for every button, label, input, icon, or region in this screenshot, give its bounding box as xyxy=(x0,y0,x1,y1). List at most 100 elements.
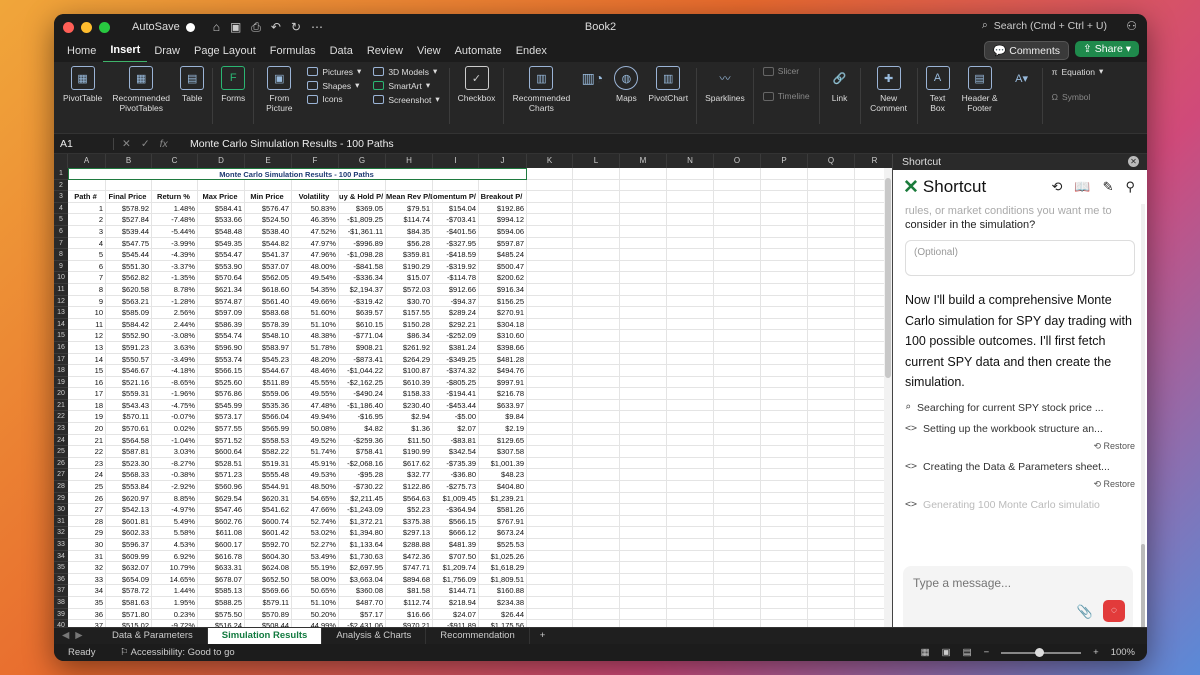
name-box[interactable]: A1 xyxy=(54,137,114,150)
grid-cell[interactable] xyxy=(620,307,667,319)
grid-cell[interactable] xyxy=(573,562,620,574)
grid-cell[interactable] xyxy=(714,608,761,621)
grid-cell[interactable] xyxy=(761,492,808,505)
grid-cell[interactable] xyxy=(761,504,808,516)
grid-cell[interactable] xyxy=(527,469,573,482)
data-cell[interactable]: 28 xyxy=(68,515,106,528)
step-search[interactable]: ⌕ Searching for current SPY stock price .… xyxy=(905,402,1135,414)
grid-cell[interactable] xyxy=(667,539,714,551)
grid-cell[interactable] xyxy=(761,539,808,551)
grid-cell[interactable] xyxy=(714,399,761,412)
grid-cell[interactable] xyxy=(808,376,855,389)
home-icon[interactable]: ⌂ xyxy=(213,20,220,35)
scrollbar-thumb[interactable] xyxy=(885,178,891,378)
zoom-level[interactable]: 100% xyxy=(1111,647,1135,658)
grid-cell[interactable] xyxy=(479,179,527,192)
grid-cell[interactable] xyxy=(808,260,855,273)
data-cell[interactable]: $541.62 xyxy=(245,504,292,516)
data-cell[interactable]: $481.39 xyxy=(433,539,479,551)
grid-cell[interactable] xyxy=(714,202,761,215)
row-header[interactable]: 19 xyxy=(54,376,68,389)
grid-cell[interactable] xyxy=(667,573,714,586)
grid-cell[interactable] xyxy=(620,318,667,331)
grid-cell[interactable] xyxy=(527,249,573,261)
sheet-nav-arrows[interactable]: ◀▶ xyxy=(54,630,98,641)
normal-view-icon[interactable]: ▦ xyxy=(921,647,930,658)
data-cell[interactable]: $2,211.45 xyxy=(339,492,386,505)
table-button[interactable]: ▤ Table xyxy=(175,66,209,103)
data-cell[interactable]: $673.24 xyxy=(479,527,527,539)
grid-cell[interactable] xyxy=(527,423,573,435)
data-cell[interactable]: $2.94 xyxy=(386,411,433,424)
grid-cell[interactable] xyxy=(761,330,808,342)
grid-cell[interactable] xyxy=(667,191,714,203)
data-cell[interactable]: $521.16 xyxy=(106,376,152,389)
maps-button[interactable]: ◍ Maps xyxy=(609,66,643,103)
grid-cell[interactable] xyxy=(714,481,761,493)
data-cell[interactable]: 58.00% xyxy=(292,573,339,586)
grid-cell[interactable] xyxy=(714,341,761,354)
row-header[interactable]: 36 xyxy=(54,573,68,586)
data-cell[interactable]: -$1,098.28 xyxy=(339,249,386,261)
grid-cell[interactable] xyxy=(808,469,855,482)
data-cell[interactable]: $307.58 xyxy=(479,446,527,458)
data-cell[interactable]: 13 xyxy=(68,341,106,354)
grid-cell[interactable] xyxy=(761,365,808,377)
data-cell[interactable]: 48.46% xyxy=(292,365,339,377)
wordart-button[interactable]: A▾ xyxy=(1005,66,1039,103)
row-header[interactable]: 16 xyxy=(54,341,68,354)
3d-models-button[interactable]: 3D Models ▾ xyxy=(373,66,439,77)
grid-cell[interactable] xyxy=(527,341,573,354)
tab-draw[interactable]: Draw xyxy=(147,40,187,62)
data-cell[interactable]: $624.08 xyxy=(245,562,292,574)
data-cell[interactable]: -1.96% xyxy=(152,388,198,400)
grid-cell[interactable] xyxy=(808,365,855,377)
grid-cell[interactable] xyxy=(667,237,714,250)
data-cell[interactable]: $4.82 xyxy=(339,423,386,435)
data-cell[interactable]: $587.81 xyxy=(106,446,152,458)
data-cell[interactable]: $264.29 xyxy=(386,353,433,366)
data-cell[interactable]: $610.39 xyxy=(386,376,433,389)
grid-cell[interactable] xyxy=(620,562,667,574)
grid-cell[interactable] xyxy=(620,504,667,516)
data-cell[interactable]: $304.18 xyxy=(479,318,527,331)
grid-cell[interactable] xyxy=(527,318,573,331)
data-cell[interactable]: $578.72 xyxy=(106,585,152,597)
data-cell[interactable]: -$319.92 xyxy=(433,260,479,273)
grid-cell[interactable] xyxy=(761,225,808,238)
row-header[interactable]: 28 xyxy=(54,481,68,493)
grid-cell[interactable] xyxy=(620,365,667,377)
grid-cell[interactable] xyxy=(527,573,573,586)
grid-cell[interactable] xyxy=(761,596,808,609)
grid-cell[interactable] xyxy=(808,411,855,424)
grid-cell[interactable] xyxy=(808,539,855,551)
close-icon[interactable]: ✕ xyxy=(1128,156,1139,167)
grid-cell[interactable] xyxy=(573,585,620,597)
grid-cell[interactable] xyxy=(527,457,573,470)
data-cell[interactable]: $84.35 xyxy=(386,225,433,238)
data-cell[interactable]: $617.62 xyxy=(386,457,433,470)
column-title[interactable]: Mean Rev P/L xyxy=(386,191,433,203)
row-header[interactable]: 25 xyxy=(54,446,68,458)
grid-cell[interactable] xyxy=(573,237,620,250)
data-cell[interactable]: $157.55 xyxy=(386,307,433,319)
data-cell[interactable]: 53.02% xyxy=(292,527,339,539)
data-cell[interactable]: $190.99 xyxy=(386,446,433,458)
data-cell[interactable]: -8.27% xyxy=(152,457,198,470)
grid-cell[interactable] xyxy=(667,457,714,470)
data-cell[interactable]: $150.28 xyxy=(386,318,433,331)
data-cell[interactable]: 51.78% xyxy=(292,341,339,354)
column-header[interactable]: Q xyxy=(808,154,855,168)
tab-automate[interactable]: Automate xyxy=(448,40,509,62)
grid-cell[interactable] xyxy=(620,527,667,539)
grid-cell[interactable] xyxy=(714,249,761,261)
data-cell[interactable]: $666.12 xyxy=(433,527,479,539)
data-cell[interactable]: $528.51 xyxy=(198,457,245,470)
data-cell[interactable]: 8.78% xyxy=(152,283,198,296)
grid-cell[interactable] xyxy=(667,353,714,366)
data-cell[interactable]: -$735.39 xyxy=(433,457,479,470)
grid-cell[interactable] xyxy=(667,411,714,424)
grid-cell[interactable] xyxy=(620,168,667,180)
header-footer-button[interactable]: ▤ Header & Footer xyxy=(955,66,1005,113)
grid-cell[interactable] xyxy=(808,318,855,331)
